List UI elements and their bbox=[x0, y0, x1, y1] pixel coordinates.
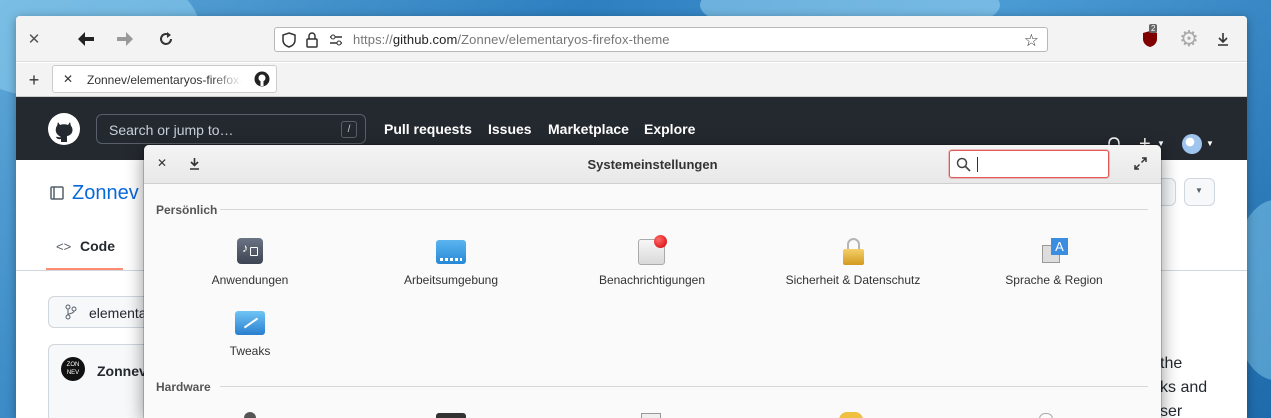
hardware-item-icon[interactable] bbox=[244, 412, 256, 418]
tweaks-icon bbox=[235, 308, 265, 338]
system-settings-window: ✕ Systemeinstellungen Persönlich ♪ Anwen… bbox=[144, 145, 1161, 418]
settings-item-label: Sicherheit & Datenschutz bbox=[785, 273, 921, 287]
browser-toolbar: ✕ https://github.com/Zonnev/elementaryos… bbox=[16, 16, 1247, 62]
tab-code[interactable]: Code bbox=[80, 238, 115, 254]
forward-icon[interactable] bbox=[114, 28, 136, 50]
hardware-item-icon[interactable] bbox=[436, 413, 466, 418]
branch-label: elementa bbox=[89, 305, 147, 321]
ublock-icon[interactable]: 2 bbox=[1139, 24, 1161, 50]
author-avatar[interactable]: ZON NEV bbox=[61, 357, 85, 381]
settings-item-label: Tweaks bbox=[229, 344, 271, 358]
settings-item-security[interactable]: Sicherheit & Datenschutz bbox=[763, 237, 943, 287]
nav-issues[interactable]: Issues bbox=[488, 121, 532, 137]
dialog-header: ✕ Systemeinstellungen bbox=[144, 145, 1161, 184]
section-personal-label: Persönlich bbox=[156, 203, 218, 217]
security-lock-icon bbox=[838, 237, 868, 267]
new-tab-icon[interactable]: + bbox=[23, 69, 45, 91]
repo-title[interactable]: Zonnev / bbox=[72, 182, 150, 205]
settings-item-language[interactable]: A Sprache & Region bbox=[964, 237, 1144, 287]
settings-item-desktop[interactable]: Arbeitsumgebung bbox=[361, 237, 541, 287]
hardware-item-icon[interactable] bbox=[839, 412, 863, 418]
search-placeholder: Search or jump to… bbox=[109, 122, 234, 138]
description-fragment: ser bbox=[1160, 403, 1183, 418]
back-icon[interactable] bbox=[75, 28, 97, 50]
chevron-down-icon[interactable]: ▼ bbox=[1206, 139, 1214, 148]
chevron-down-icon: ▼ bbox=[1195, 186, 1203, 195]
bookmark-star-icon[interactable]: ☆ bbox=[1024, 31, 1039, 51]
hardware-item-icon[interactable] bbox=[1039, 413, 1053, 418]
section-divider bbox=[220, 209, 1148, 210]
close-window-icon[interactable]: ✕ bbox=[23, 28, 45, 50]
permissions-icon[interactable] bbox=[329, 33, 343, 50]
shield-icon[interactable] bbox=[282, 32, 296, 51]
section-divider bbox=[220, 386, 1148, 387]
maximize-icon[interactable] bbox=[1134, 157, 1147, 175]
settings-item-tweaks[interactable]: Tweaks bbox=[160, 308, 340, 358]
section-hardware-label: Hardware bbox=[156, 380, 211, 394]
search-icon bbox=[956, 157, 971, 177]
close-tab-icon[interactable]: ✕ bbox=[63, 72, 73, 86]
hardware-item-icon[interactable] bbox=[641, 413, 661, 418]
user-avatar[interactable] bbox=[1182, 134, 1202, 154]
branch-selector[interactable]: elementa bbox=[48, 296, 158, 328]
repo-icon bbox=[50, 186, 64, 207]
settings-item-applications[interactable]: ♪ Anwendungen bbox=[160, 237, 340, 287]
github-favicon-icon bbox=[254, 71, 270, 90]
desktop-icon bbox=[436, 237, 466, 267]
settings-item-label: Anwendungen bbox=[211, 273, 289, 287]
description-fragment: ks and bbox=[1160, 379, 1208, 396]
settings-item-label: Arbeitsumgebung bbox=[403, 273, 499, 287]
code-icon: <> bbox=[56, 239, 72, 254]
gear-icon[interactable]: ⚙ bbox=[1178, 26, 1200, 51]
latest-commit-box: ZON NEV Zonnev bbox=[48, 344, 158, 418]
ublock-badge: 2 bbox=[1149, 24, 1158, 33]
lock-icon[interactable] bbox=[306, 32, 318, 51]
url-text[interactable]: https://github.com/Zonnev/elementaryos-f… bbox=[353, 32, 670, 47]
commit-author[interactable]: Zonnev bbox=[97, 363, 147, 379]
github-search-input[interactable]: Search or jump to… / bbox=[96, 114, 366, 144]
url-bar[interactable]: https://github.com/Zonnev/elementaryos-f… bbox=[274, 27, 1048, 52]
settings-search-input[interactable] bbox=[949, 150, 1109, 178]
tab-bar: + ✕ Zonnev/elementaryos-firefox-theme bbox=[16, 63, 1247, 97]
nav-marketplace[interactable]: Marketplace bbox=[548, 121, 629, 137]
settings-item-label: Benachrichtigungen bbox=[598, 273, 706, 287]
settings-item-notifications[interactable]: Benachrichtigungen bbox=[562, 235, 742, 287]
applications-icon: ♪ bbox=[235, 237, 265, 267]
nav-pull-requests[interactable]: Pull requests bbox=[384, 121, 472, 137]
tab-title: Zonnev/elementaryos-firefox-theme bbox=[87, 73, 242, 87]
github-logo-icon[interactable] bbox=[48, 113, 80, 150]
description-fragment: the bbox=[1160, 355, 1183, 372]
reload-icon[interactable] bbox=[155, 28, 177, 50]
tab-active[interactable]: ✕ Zonnev/elementaryos-firefox-theme bbox=[52, 65, 277, 93]
dropdown-button[interactable]: ▼ bbox=[1184, 178, 1215, 206]
search-shortcut-key: / bbox=[341, 121, 357, 138]
settings-item-label: Sprache & Region bbox=[1005, 273, 1103, 287]
text-cursor bbox=[977, 157, 978, 172]
branch-icon bbox=[65, 304, 77, 323]
notifications-icon bbox=[637, 235, 667, 267]
download-icon[interactable] bbox=[1212, 28, 1234, 50]
language-icon: A bbox=[1039, 237, 1069, 267]
nav-explore[interactable]: Explore bbox=[644, 121, 695, 137]
